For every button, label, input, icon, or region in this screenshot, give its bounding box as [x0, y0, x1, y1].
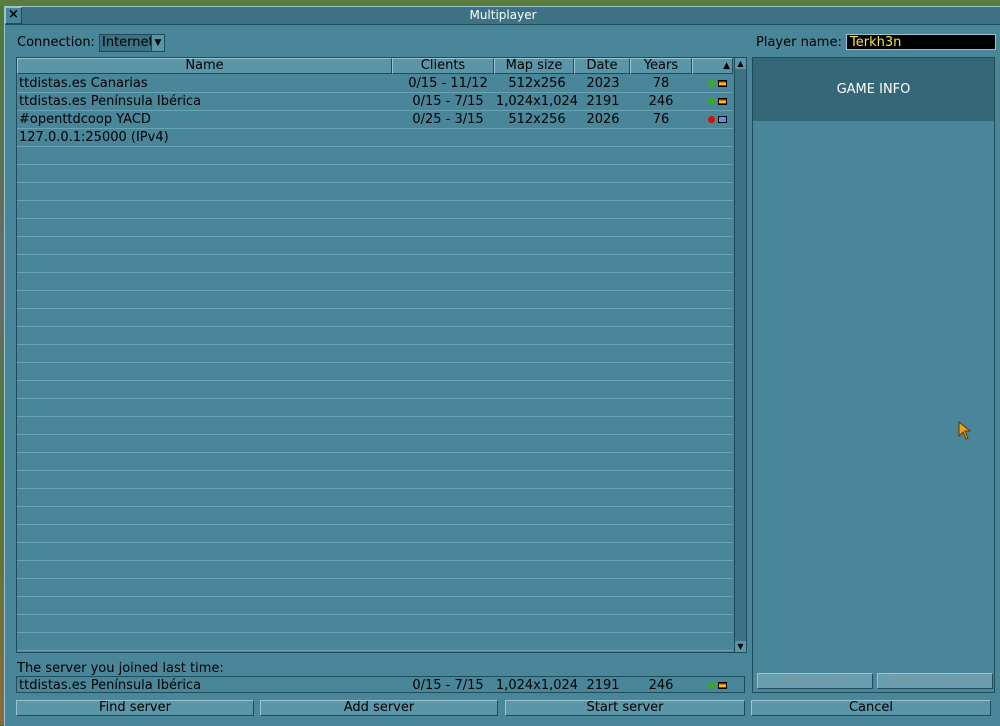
scroll-up-button[interactable]: ▲ [735, 58, 746, 69]
server-list-scrollbar[interactable]: ▲ ▼ [734, 58, 746, 652]
server-row[interactable] [17, 579, 733, 597]
server-date: 2023 [586, 76, 620, 91]
status-dot-icon [708, 80, 715, 87]
find-server-button[interactable]: Find server [16, 700, 254, 716]
server-row[interactable]: #openttdcoop YACD 0/25 - 3/15 512x256 2026 7… [17, 111, 733, 129]
game-info-title: GAME INFO [753, 58, 994, 121]
server-row[interactable] [17, 219, 733, 237]
server-row[interactable] [17, 435, 733, 453]
server-name: 127.0.0.1:25000 (IPv4) [19, 130, 169, 145]
column-header-map-size[interactable]: Map size [494, 58, 574, 74]
server-row[interactable] [17, 399, 733, 417]
server-years: 76 [652, 112, 670, 127]
status-dot-icon [708, 682, 715, 689]
column-header-status[interactable]: ▲ [692, 58, 733, 74]
server-clients: 0/15 - 7/15 [412, 94, 484, 109]
server-row[interactable] [17, 561, 733, 579]
title-bar[interactable]: × Multiplayer [5, 7, 1000, 25]
server-years: 78 [652, 76, 670, 91]
connection-label: Connection: [17, 35, 95, 50]
connection-dropdown[interactable]: Internet ▼ [99, 34, 165, 52]
server-years: 246 [648, 678, 674, 693]
server-date: 2026 [586, 112, 620, 127]
flag-es-icon [718, 80, 727, 87]
server-name: ttdistas.es Canarias [19, 76, 148, 91]
cancel-button[interactable]: Cancel [751, 700, 991, 716]
start-server-button[interactable]: Start server [505, 700, 745, 716]
server-clients: 0/25 - 3/15 [412, 112, 484, 127]
flag-es-icon [718, 682, 727, 689]
game-info-panel: GAME INFO Join game Refresh server [752, 57, 995, 693]
connection-value: Internet [102, 35, 154, 50]
server-row[interactable] [17, 183, 733, 201]
server-row[interactable] [17, 201, 733, 219]
status-dot-icon [708, 98, 715, 105]
last-joined-label: The server you joined last time: [17, 661, 224, 676]
column-header-clients[interactable]: Clients [392, 58, 494, 74]
last-joined-server-row[interactable]: ttdistas.es Península Ibérica 0/15 - 7/1… [16, 676, 745, 693]
column-header-years[interactable]: Years [630, 58, 692, 74]
server-clients: 0/15 - 11/12 [408, 76, 488, 91]
server-row[interactable] [17, 255, 733, 273]
server-row[interactable] [17, 309, 733, 327]
server-date: 2191 [586, 94, 620, 109]
flag-un-icon [718, 116, 727, 123]
server-clients: 0/15 - 7/15 [412, 678, 484, 693]
server-row[interactable] [17, 291, 733, 309]
server-row[interactable] [17, 165, 733, 183]
server-row[interactable] [17, 237, 733, 255]
server-row[interactable] [17, 471, 733, 489]
server-row[interactable] [17, 525, 733, 543]
server-map-size: 512x256 [508, 112, 566, 127]
server-list[interactable]: Name Clients Map size Date Years ▲ ttdis… [16, 57, 747, 653]
status-dot-icon [708, 116, 715, 123]
server-row[interactable] [17, 489, 733, 507]
window-title: Multiplayer [469, 8, 537, 22]
server-map-size: 1,024x1,024 [495, 94, 579, 109]
mouse-cursor-icon [958, 420, 972, 440]
server-rows: ttdistas.es Canarias 0/15 - 11/12 512x256 2… [17, 75, 733, 651]
server-name: ttdistas.es Península Ibérica [19, 678, 202, 693]
server-list-header: Name Clients Map size Date Years ▲ [17, 58, 733, 74]
server-row[interactable] [17, 363, 733, 381]
server-row[interactable] [17, 417, 733, 435]
server-row[interactable] [17, 633, 733, 651]
dropdown-arrow-icon[interactable]: ▼ [151, 35, 164, 51]
multiplayer-window: × Multiplayer Connection: Internet ▼ Pla… [4, 6, 1000, 726]
player-name-label: Player name: [756, 35, 842, 50]
server-row[interactable] [17, 345, 733, 363]
server-name: #openttdcoop YACD [19, 112, 151, 127]
join-game-button[interactable]: Join game [757, 673, 873, 689]
server-row[interactable] [17, 615, 733, 633]
server-row[interactable] [17, 543, 733, 561]
scroll-down-button[interactable]: ▼ [735, 641, 746, 652]
server-years: 246 [648, 94, 674, 109]
add-server-button[interactable]: Add server [260, 700, 498, 716]
column-header-name[interactable]: Name [17, 58, 392, 74]
flag-es-icon [718, 98, 727, 105]
refresh-server-button[interactable]: Refresh server [877, 673, 993, 689]
server-row[interactable] [17, 453, 733, 471]
server-row[interactable]: ttdistas.es Península Ibérica 0/15 - 7/15… [17, 93, 733, 111]
server-map-size: 1,024x1,024 [495, 678, 579, 693]
server-row[interactable] [17, 507, 733, 525]
player-name-input[interactable]: Terkh3n [846, 34, 996, 50]
server-row[interactable] [17, 327, 733, 345]
server-row[interactable] [17, 381, 733, 399]
server-row[interactable]: ttdistas.es Canarias 0/15 - 11/12 512x256 2… [17, 75, 733, 93]
server-date: 2191 [586, 678, 620, 693]
server-row[interactable] [17, 597, 733, 615]
server-row[interactable] [17, 147, 733, 165]
column-header-date[interactable]: Date [574, 58, 630, 74]
server-map-size: 512x256 [508, 76, 566, 91]
server-name: ttdistas.es Península Ibérica [19, 94, 202, 109]
sort-ascending-icon: ▲ [723, 61, 730, 71]
server-row[interactable]: 127.0.0.1:25000 (IPv4) [17, 129, 733, 147]
server-row[interactable] [17, 273, 733, 291]
